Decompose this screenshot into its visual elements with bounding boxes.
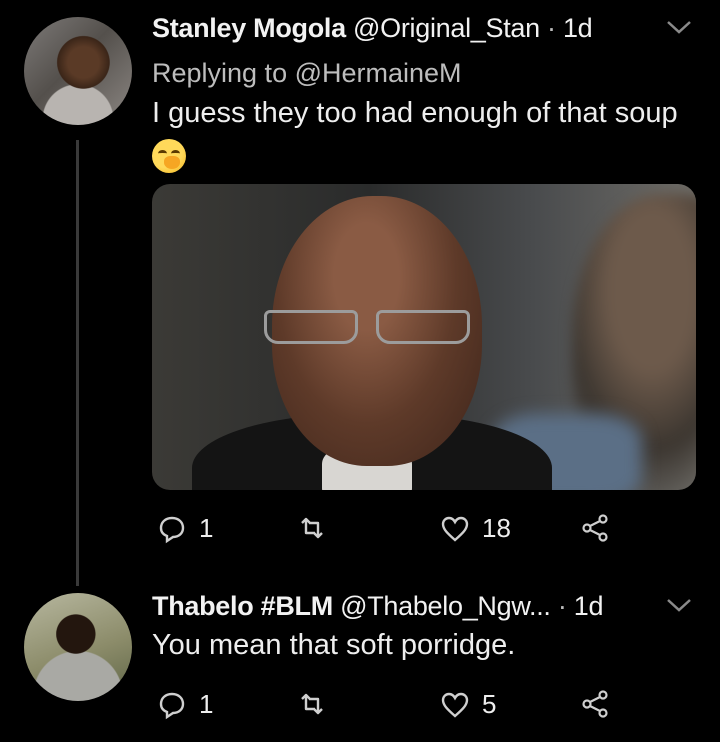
chevron-down-icon[interactable]	[664, 595, 694, 621]
author-name[interactable]: Thabelo #BLM	[152, 591, 333, 621]
reply-icon	[159, 516, 185, 543]
timestamp[interactable]: 1d	[563, 13, 593, 43]
author-handle[interactable]: @Thabelo_Ngw...	[340, 591, 551, 621]
thread-line	[76, 140, 79, 586]
reply-button[interactable]: 1	[157, 513, 213, 544]
tweet-actions: 1 5	[152, 689, 612, 721]
replying-to-label: Replying to	[152, 58, 288, 88]
face-with-hand-over-mouth-icon	[152, 139, 186, 173]
dot-separator: ·	[550, 591, 574, 621]
author-handle[interactable]: @Original_Stan	[353, 13, 540, 43]
like-button[interactable]: 18	[440, 513, 511, 544]
share-button[interactable]	[580, 513, 610, 543]
chevron-down-icon[interactable]	[664, 17, 694, 43]
avatar[interactable]	[24, 593, 132, 701]
share-button[interactable]	[580, 689, 610, 719]
tweet-actions: 1 18	[152, 513, 612, 545]
like-count: 5	[482, 689, 497, 719]
tweet-header: Thabelo #BLM @Thabelo_Ngw... · 1d	[152, 591, 603, 622]
reply-icon	[159, 692, 185, 719]
timestamp[interactable]: 1d	[574, 591, 604, 621]
reply-count: 1	[199, 513, 214, 543]
replying-to-handle[interactable]: @HermaineM	[295, 58, 462, 88]
reply-button[interactable]: 1	[157, 689, 213, 720]
reply-count: 1	[199, 689, 214, 719]
share-icon	[582, 690, 608, 718]
retweet-button[interactable]	[297, 689, 327, 719]
replying-to: Replying to @HermaineM	[152, 58, 462, 89]
like-count: 18	[482, 513, 511, 543]
tweet-text: I guess they too had enough of that soup	[152, 97, 678, 129]
avatar[interactable]	[24, 17, 132, 125]
retweet-icon	[301, 693, 323, 715]
author-name[interactable]: Stanley Mogola	[152, 13, 346, 43]
dot-separator: ·	[539, 13, 563, 43]
tweet-image[interactable]	[152, 184, 696, 490]
retweet-button[interactable]	[297, 513, 327, 543]
tweet-text: You mean that soft porridge.	[152, 629, 516, 661]
share-icon	[582, 514, 608, 542]
heart-icon	[441, 692, 469, 718]
heart-icon	[441, 516, 469, 542]
tweet-header: Stanley Mogola @Original_Stan · 1d	[152, 13, 593, 44]
retweet-icon	[301, 517, 323, 539]
like-button[interactable]: 5	[440, 689, 496, 720]
